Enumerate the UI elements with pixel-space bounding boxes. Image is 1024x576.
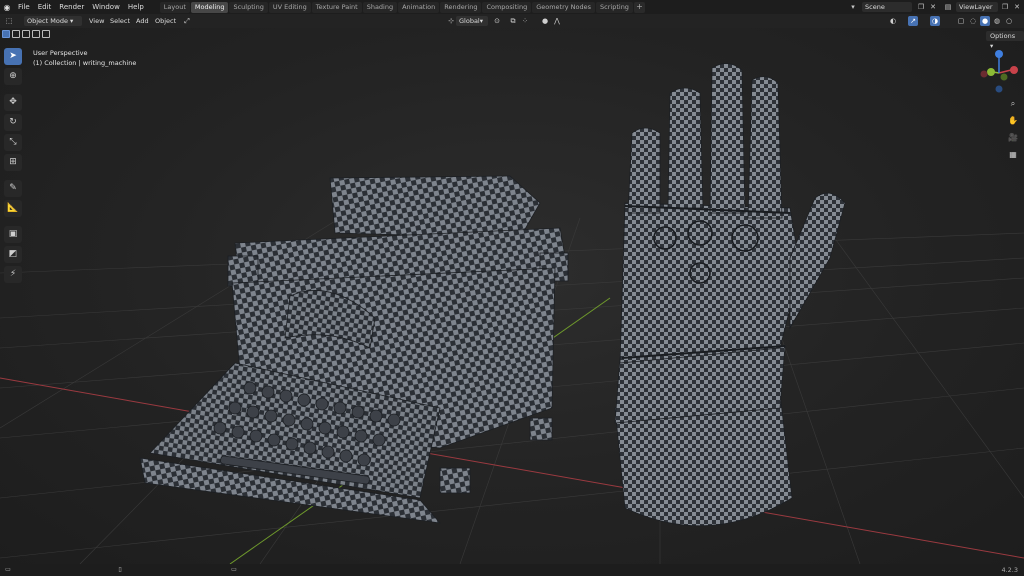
view-layer-name-field[interactable]: ViewLayer bbox=[956, 2, 998, 12]
tab-layout[interactable]: Layout bbox=[159, 1, 190, 13]
top-menu-bar: ◉ File Edit Render Window Help Layout Modelin… bbox=[0, 0, 1024, 14]
menu-edit[interactable]: Edit bbox=[34, 0, 56, 14]
tab-geometry-nodes[interactable]: Geometry Nodes bbox=[532, 1, 596, 13]
scale-tool-icon[interactable]: ⤡ bbox=[4, 134, 22, 151]
menu-file[interactable]: File bbox=[14, 0, 34, 14]
move-tool-icon[interactable]: ✥ bbox=[4, 94, 22, 111]
select-tool-icon[interactable]: ➤ bbox=[4, 48, 22, 65]
middle-click-icon: ▯ bbox=[118, 566, 122, 573]
tab-uv-editing[interactable]: UV Editing bbox=[268, 1, 311, 13]
tab-shading[interactable]: Shading bbox=[362, 1, 398, 13]
show-gizmo-icon[interactable]: ↗ bbox=[908, 16, 918, 26]
mode-label: Object Mode bbox=[27, 17, 68, 25]
workspace-tabs: Layout Modeling Sculpting UV Editing Texture… bbox=[159, 0, 634, 14]
measure-tool-icon[interactable]: 📐 bbox=[4, 200, 22, 217]
extrude-tool-icon[interactable]: ◩ bbox=[4, 246, 22, 263]
delete-scene-icon[interactable]: ✕ bbox=[928, 2, 938, 12]
view-name-label: User Perspective bbox=[33, 49, 88, 57]
snap-target-icon[interactable]: ⁘ bbox=[520, 16, 530, 26]
3d-viewport[interactable]: User Perspective (1) Collection | writin… bbox=[0, 28, 1024, 564]
add-cube-tool-icon[interactable]: ▣ bbox=[4, 226, 22, 243]
visibility-icon[interactable]: ◐ bbox=[888, 16, 898, 26]
transform-orientation-label: Global bbox=[459, 17, 480, 25]
viewport-header: ⬚ Object Mode ▾ View Select Add Object ⤢… bbox=[0, 14, 1024, 28]
pan-icon[interactable]: ✋ bbox=[1007, 115, 1019, 127]
menu-help[interactable]: Help bbox=[124, 0, 148, 14]
perspective-toggle-icon[interactable]: ▦ bbox=[1007, 149, 1019, 161]
rotate-tool-icon[interactable]: ↻ bbox=[4, 114, 22, 131]
delete-view-layer-icon[interactable]: ✕ bbox=[1012, 2, 1022, 12]
tab-texture-paint[interactable]: Texture Paint bbox=[311, 1, 362, 13]
rendered-shading-icon[interactable]: ○ bbox=[1004, 16, 1014, 26]
select-invert-icon[interactable] bbox=[32, 30, 40, 38]
show-overlays-icon[interactable]: ◑ bbox=[930, 16, 940, 26]
mode-dropdown[interactable]: Object Mode ▾ bbox=[24, 16, 82, 26]
gauntlet-model bbox=[614, 63, 846, 527]
options-label: Options bbox=[990, 32, 1016, 40]
knife-tool-icon[interactable]: ⚡ bbox=[4, 266, 22, 283]
tab-rendering[interactable]: Rendering bbox=[440, 1, 482, 13]
tab-compositing[interactable]: Compositing bbox=[482, 1, 532, 13]
select-intersect-icon[interactable] bbox=[42, 30, 50, 38]
cursor-tool-icon[interactable]: ⊕ bbox=[4, 68, 22, 85]
options-dropdown[interactable]: Options ▾ bbox=[986, 31, 1024, 50]
neg-y-axis-icon bbox=[1000, 73, 1008, 81]
new-view-layer-icon[interactable]: ❐ bbox=[1000, 2, 1010, 12]
falloff-icon[interactable]: ⋀ bbox=[552, 16, 562, 26]
tab-animation[interactable]: Animation bbox=[398, 1, 440, 13]
editor-type-icon[interactable]: ⬚ bbox=[4, 16, 14, 26]
viewport-scene bbox=[0, 63, 1024, 564]
wireframe-shading-icon[interactable]: ◌ bbox=[968, 16, 978, 26]
menu-add[interactable]: Add bbox=[133, 16, 152, 26]
view-layer-icon[interactable]: ▤ bbox=[943, 2, 953, 12]
proportional-editing-icon[interactable]: ● bbox=[540, 16, 550, 26]
y-axis-icon bbox=[987, 68, 995, 76]
tab-scripting[interactable]: Scripting bbox=[596, 1, 633, 13]
annotate-tool-icon[interactable]: ✎ bbox=[4, 180, 22, 197]
menu-object[interactable]: Object bbox=[152, 16, 179, 26]
gizmo-toggle-icon[interactable]: ⤢ bbox=[180, 16, 194, 26]
tab-modeling[interactable]: Modeling bbox=[190, 1, 229, 13]
scene-selector-icon[interactable]: ▾ bbox=[848, 2, 858, 12]
neg-x-axis-icon bbox=[980, 70, 988, 78]
z-axis-icon bbox=[995, 50, 1003, 58]
add-workspace-icon[interactable]: + bbox=[633, 1, 645, 13]
x-axis-icon bbox=[1010, 66, 1018, 74]
menu-view[interactable]: View bbox=[86, 16, 107, 26]
menu-select[interactable]: Select bbox=[107, 16, 133, 26]
select-new-icon[interactable] bbox=[2, 30, 10, 38]
zoom-icon[interactable]: ⌕ bbox=[1007, 98, 1019, 110]
solid-shading-icon[interactable]: ● bbox=[980, 16, 990, 26]
transform-orientation-dropdown[interactable]: Global▾ bbox=[456, 16, 488, 26]
menu-window[interactable]: Window bbox=[88, 0, 124, 14]
menu-render[interactable]: Render bbox=[55, 0, 88, 14]
xray-icon[interactable]: ▢ bbox=[956, 16, 966, 26]
right-click-icon: ▭ bbox=[231, 566, 237, 573]
pivot-point-icon[interactable]: ⊙ bbox=[492, 16, 502, 26]
status-bar: ▭ ▯ ▭ 4.2.3 bbox=[0, 564, 1024, 576]
scene-name-field[interactable]: Scene bbox=[862, 2, 912, 12]
blender-logo-icon[interactable]: ◉ bbox=[0, 0, 14, 14]
transform-orientation-icon[interactable]: ⊹ bbox=[446, 16, 456, 26]
tab-sculpting[interactable]: Sculpting bbox=[229, 1, 268, 13]
navigation-gizmo[interactable] bbox=[976, 48, 1022, 94]
snap-icon[interactable]: ⧉ bbox=[508, 16, 518, 26]
typewriter-model bbox=[139, 175, 569, 524]
select-extend-icon[interactable] bbox=[12, 30, 20, 38]
left-click-icon: ▭ bbox=[5, 566, 11, 573]
selection-mode-row bbox=[2, 30, 52, 38]
neg-z-axis-icon bbox=[995, 85, 1003, 93]
tool-shelf: ➤ ⊕ ✥ ↻ ⤡ ⊞ ✎ 📐 ▣ ◩ ⚡ bbox=[4, 48, 22, 286]
version-label: 4.2.3 bbox=[1001, 566, 1018, 574]
collection-label: (1) Collection | writing_machine bbox=[33, 59, 137, 67]
material-preview-icon[interactable]: ◍ bbox=[992, 16, 1002, 26]
select-subtract-icon[interactable] bbox=[22, 30, 30, 38]
new-scene-icon[interactable]: ❐ bbox=[916, 2, 926, 12]
camera-view-icon[interactable]: 🎥 bbox=[1007, 132, 1019, 144]
transform-tool-icon[interactable]: ⊞ bbox=[4, 154, 22, 171]
